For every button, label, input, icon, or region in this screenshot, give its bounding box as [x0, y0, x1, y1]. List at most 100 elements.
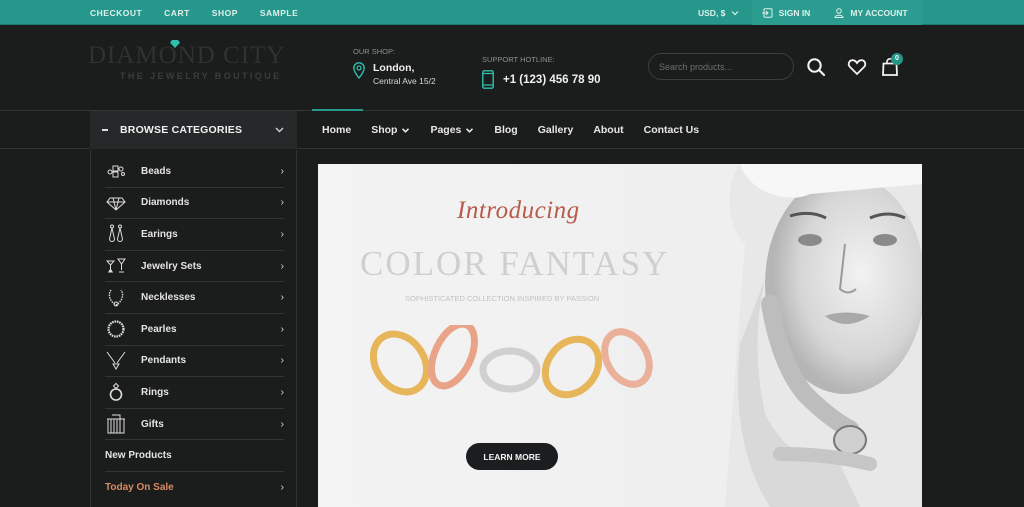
- chevron-right-icon: ›: [280, 228, 284, 240]
- nav-about-label: About: [593, 124, 624, 136]
- shop-info: OUR SHOP: London, Central Ave 15/2: [353, 47, 436, 86]
- nav-shop[interactable]: Shop: [371, 124, 410, 136]
- nav-pages[interactable]: Pages: [430, 124, 474, 136]
- chevron-down-icon: [731, 10, 739, 15]
- beads-icon: [107, 165, 125, 178]
- sign-in-label: SIGN IN: [778, 7, 811, 18]
- shop-label: OUR SHOP:: [353, 47, 396, 56]
- jewelry-set-icon: [106, 258, 126, 273]
- model-portrait-image: [630, 164, 922, 507]
- category-gifts[interactable]: Gifts ›: [105, 409, 284, 441]
- category-label: Pendants: [141, 355, 187, 367]
- chevron-right-icon: ›: [280, 165, 284, 177]
- top-link-cart[interactable]: CART: [164, 8, 190, 18]
- logo-name: DIAMOND CITY: [88, 40, 288, 70]
- banner-intro: Introducing: [457, 197, 580, 224]
- browse-categories-label: BROWSE CATEGORIES: [120, 124, 243, 136]
- banner-subtitle: SOPHISTICATED COLLECTION INSPIRED BY PAS…: [405, 294, 600, 303]
- nav-gallery[interactable]: Gallery: [538, 124, 574, 136]
- nav-home[interactable]: Home: [322, 124, 351, 136]
- chevron-right-icon: ›: [280, 386, 284, 398]
- nav-pages-label: Pages: [430, 124, 462, 136]
- chevron-down-icon: [275, 127, 284, 133]
- top-link-checkout[interactable]: CHECKOUT: [90, 8, 142, 18]
- category-today-on-sale[interactable]: Today On Sale ›: [105, 472, 284, 504]
- category-label: Beads: [141, 165, 172, 177]
- diamond-icon: [106, 197, 126, 211]
- today-on-sale-label: Today On Sale: [105, 482, 174, 494]
- top-bar: CHECKOUT CART SHOP SAMPLE USD, $ SIGN IN…: [0, 0, 1024, 25]
- my-account-label: MY ACCOUNT: [850, 7, 908, 18]
- category-label: Rings: [141, 386, 169, 398]
- nav-shop-label: Shop: [371, 124, 398, 136]
- heart-icon[interactable]: [847, 57, 867, 77]
- new-products-label: New Products: [105, 450, 172, 462]
- menu-dash-icon: [102, 129, 108, 131]
- nav-contact[interactable]: Contact Us: [644, 124, 699, 136]
- banner-title: COLOR FANTASY: [360, 244, 670, 283]
- search-input[interactable]: [648, 53, 794, 80]
- category-label: Jewelry Sets: [141, 260, 202, 272]
- top-links: CHECKOUT CART SHOP SAMPLE: [90, 0, 298, 25]
- chevron-right-icon: ›: [280, 292, 284, 304]
- category-rings[interactable]: Rings ›: [105, 377, 284, 409]
- category-diamonds[interactable]: Diamonds ›: [105, 188, 284, 220]
- shop-address: Central Ave 15/2: [373, 76, 436, 86]
- rings-image: [369, 325, 653, 399]
- chevron-down-icon: [402, 127, 410, 133]
- chevron-right-icon: ›: [280, 260, 284, 272]
- nav-about[interactable]: About: [593, 124, 623, 136]
- chevron-right-icon: ›: [280, 482, 284, 494]
- sign-in-button[interactable]: SIGN IN: [752, 0, 820, 25]
- nav-blog[interactable]: Blog: [494, 124, 517, 136]
- category-pearles[interactable]: Pearles ›: [105, 314, 284, 346]
- category-label: Necklesses: [141, 292, 196, 304]
- nav-contact-label: Contact Us: [643, 124, 700, 136]
- nav-gallery-label: Gallery: [537, 124, 574, 136]
- currency-label: USD, $: [698, 7, 726, 18]
- search-icon[interactable]: [806, 57, 826, 77]
- category-label: Earings: [141, 228, 178, 240]
- phone-icon: [482, 70, 494, 89]
- pendant-icon: [106, 351, 126, 370]
- logo-tagline: THE JEWELRY BOUTIQUE: [120, 71, 282, 81]
- sign-in-icon: [761, 7, 773, 18]
- category-pendants[interactable]: Pendants ›: [105, 346, 284, 378]
- browse-categories-toggle[interactable]: BROWSE CATEGORIES: [90, 111, 297, 149]
- chevron-right-icon: ›: [280, 197, 284, 209]
- category-necklesses[interactable]: Necklesses ›: [105, 282, 284, 314]
- top-link-shop[interactable]: SHOP: [212, 8, 238, 18]
- hotline-info: SUPPORT HOTLINE: +1 (123) 456 78 90: [482, 55, 601, 89]
- category-label: Gifts: [141, 418, 164, 430]
- top-link-sample[interactable]: SAMPLE: [260, 8, 298, 18]
- chevron-down-icon: [466, 127, 474, 133]
- logo[interactable]: DIAMOND CITY THE JEWELRY BOUTIQUE: [88, 40, 288, 81]
- hotline-number[interactable]: +1 (123) 456 78 90: [503, 74, 601, 86]
- category-sidebar: Beads › Diamonds › Earings › Jewelry Set…: [90, 150, 297, 507]
- ring-icon: [109, 383, 123, 402]
- learn-more-button[interactable]: LEARN MORE: [466, 443, 558, 470]
- category-label: Pearles: [141, 323, 177, 335]
- my-account-button[interactable]: MY ACCOUNT: [820, 0, 922, 25]
- category-earings[interactable]: Earings ›: [105, 219, 284, 251]
- chevron-right-icon: ›: [280, 323, 284, 335]
- nav-home-label: Home: [322, 124, 352, 136]
- earrings-icon: [108, 224, 124, 243]
- logo-text: DIAMOND CITY: [88, 42, 286, 69]
- cart-count-badge: 0: [891, 53, 903, 65]
- location-pin-icon: [353, 62, 365, 79]
- chevron-right-icon: ›: [280, 418, 284, 430]
- chevron-right-icon: ›: [280, 355, 284, 367]
- nav-menu: Home Shop Pages Blog Gallery About Conta…: [322, 111, 719, 149]
- user-icon: [834, 7, 844, 18]
- necklace-icon: [108, 289, 124, 307]
- currency-selector[interactable]: USD, $: [698, 0, 739, 25]
- shop-city: London,: [373, 62, 415, 74]
- category-jewelry-sets[interactable]: Jewelry Sets ›: [105, 251, 284, 283]
- category-beads[interactable]: Beads ›: [105, 156, 284, 188]
- header: DIAMOND CITY THE JEWELRY BOUTIQUE OUR SH…: [0, 25, 1024, 111]
- nav-blog-label: Blog: [494, 124, 518, 136]
- hotline-label: SUPPORT HOTLINE:: [482, 55, 555, 64]
- category-new-products[interactable]: New Products: [105, 440, 284, 472]
- gift-icon: [107, 414, 125, 434]
